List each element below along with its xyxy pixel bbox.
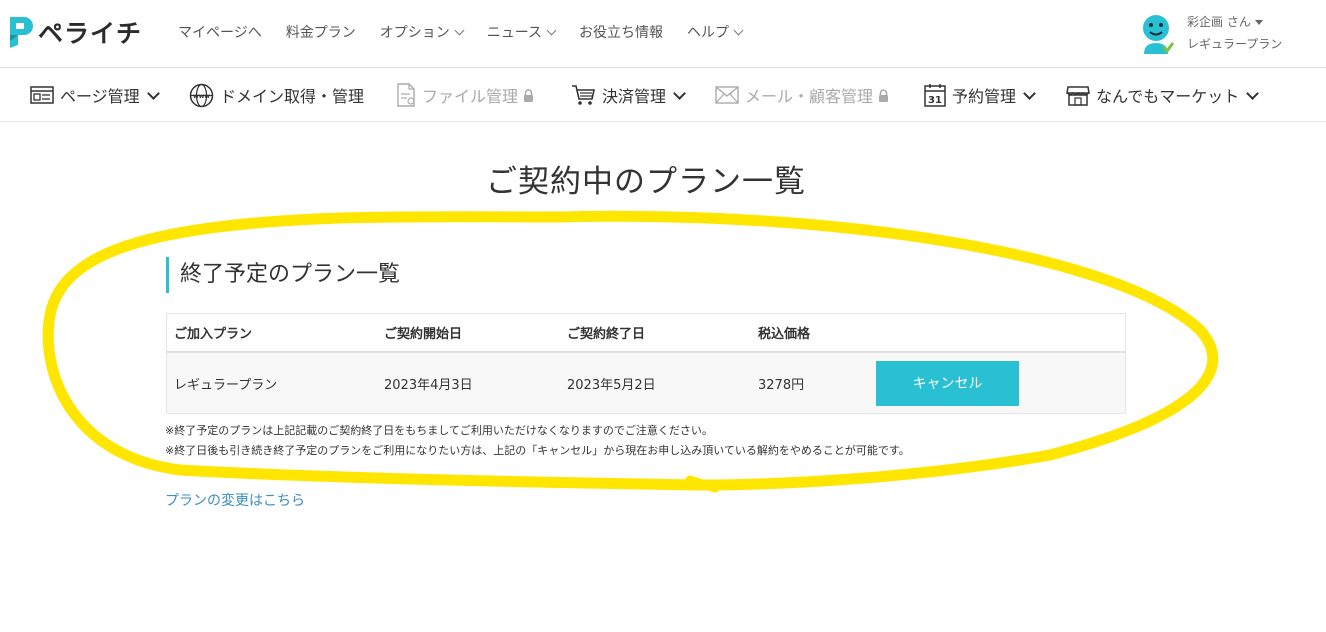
globe-icon: www — [189, 83, 214, 107]
section-title: 終了予定のプラン一覧 — [166, 257, 400, 293]
cell-price: 3278円 — [751, 352, 869, 414]
note-text: ※終了予定のプランは上記記載のご契約終了日をもちましてご利用いただけなくなります… — [165, 424, 713, 437]
top-nav-label: マイページへ — [178, 25, 262, 41]
nav-label: メール・顧客管理 — [745, 87, 874, 106]
note-text: ※終了日後も引き続き終了予定のプランをご利用になりたい方は、上記の「キャンセル」… — [165, 444, 910, 457]
top-nav-options[interactable]: オプション — [379, 22, 465, 42]
user-menu[interactable]: 彩企画 さん レギュラープラン — [1140, 12, 1320, 56]
nav-label: 決済管理 — [602, 87, 667, 106]
nav-page-management[interactable]: ページ管理 — [30, 82, 160, 108]
cell-action: キャンセル — [869, 352, 1126, 414]
nav-label: ドメイン取得・管理 — [220, 87, 365, 106]
calendar-icon: 31 — [924, 84, 946, 107]
chevron-down-icon — [454, 25, 465, 35]
cart-icon — [572, 85, 595, 105]
main-nav: ページ管理 www ドメイン取得・管理 ファイル管理 決済管理 メール・顧客管理… — [0, 68, 1326, 122]
chevron-down-icon — [146, 86, 160, 100]
chevron-down-icon — [733, 25, 744, 35]
top-nav-label: ヘルプ — [687, 25, 730, 41]
column-header: 税込価格 — [751, 313, 869, 353]
nav-label: ファイル管理 — [422, 87, 519, 106]
avatar — [1143, 15, 1174, 54]
store-icon — [1066, 86, 1090, 106]
lock-icon — [524, 88, 534, 102]
cell-end-date: 2023年5月2日 — [560, 352, 751, 414]
user-name[interactable]: 彩企画 さん — [1187, 13, 1263, 30]
top-nav-pricing[interactable]: 料金プラン — [286, 22, 356, 42]
change-plan-link[interactable]: プランの変更はこちら — [165, 490, 305, 510]
logo-icon — [10, 17, 33, 48]
page-title: ご契約中のプラン一覧 — [486, 164, 806, 200]
chevron-down-icon — [1023, 86, 1036, 100]
column-header: ご契約開始日 — [377, 313, 560, 353]
top-nav: マイページへ 料金プラン オプション ニュース お役立ち情報 ヘルプ — [178, 22, 766, 42]
nav-label: なんでもマーケット — [1096, 87, 1240, 106]
column-header: ご契約終了日 — [560, 313, 751, 353]
chevron-down-icon — [1246, 86, 1260, 100]
column-header: ご加入プラン — [166, 313, 377, 353]
table-row: レギュラープラン 2023年4月3日 2023年5月2日 3278円 キャンセル — [166, 352, 1126, 414]
caret-down-icon — [1254, 20, 1263, 25]
nav-label: ページ管理 — [60, 87, 140, 106]
cancel-button[interactable]: キャンセル — [876, 360, 1019, 406]
nav-domain[interactable]: www ドメイン取得・管理 — [189, 82, 364, 108]
top-header: ペライチ マイページへ 料金プラン オプション ニュース お役立ち情報 ヘルプ … — [0, 0, 1326, 68]
top-nav-tips[interactable]: お役立ち情報 — [579, 22, 663, 42]
nav-reservation[interactable]: 31 予約管理 — [924, 82, 1036, 108]
page-icon — [30, 86, 54, 104]
top-nav-label: ニュース — [486, 25, 543, 41]
nav-market[interactable]: なんでもマーケット — [1066, 82, 1260, 108]
top-nav-help[interactable]: ヘルプ — [687, 22, 744, 42]
cell-start-date: 2023年4月3日 — [377, 352, 560, 414]
user-name-text: 彩企画 さん — [1187, 15, 1251, 29]
top-nav-mypage[interactable]: マイページへ — [178, 22, 262, 42]
user-plan: レギュラープラン — [1187, 37, 1283, 51]
logo[interactable]: ペライチ — [6, 14, 142, 50]
calendar-icon-text: 31 — [928, 95, 942, 106]
lock-icon — [879, 88, 889, 102]
svg-text:www: www — [193, 93, 210, 100]
top-nav-label: オプション — [379, 25, 450, 41]
nav-mail-customer: メール・顧客管理 — [715, 82, 895, 108]
table-header-row: ご加入プラン ご契約開始日 ご契約終了日 税込価格 — [166, 313, 1126, 353]
column-header — [869, 313, 1126, 353]
nav-payment[interactable]: 決済管理 — [571, 82, 686, 108]
cell-plan: レギュラープラン — [166, 352, 377, 414]
top-nav-label: 料金プラン — [285, 25, 356, 41]
file-icon — [397, 83, 415, 107]
top-nav-news[interactable]: ニュース — [486, 22, 557, 42]
nav-file-management: ファイル管理 — [396, 82, 540, 108]
title-underline — [571, 213, 721, 215]
top-nav-label: お役立ち情報 — [579, 25, 664, 41]
plan-table: ご加入プラン ご契約開始日 ご契約終了日 税込価格 レギュラープラン 2023年… — [166, 313, 1126, 414]
chevron-down-icon — [546, 25, 557, 35]
nav-label: 予約管理 — [952, 87, 1017, 106]
chevron-down-icon — [673, 86, 686, 100]
mail-icon — [715, 86, 739, 104]
logo-text: ペライチ — [38, 19, 143, 48]
